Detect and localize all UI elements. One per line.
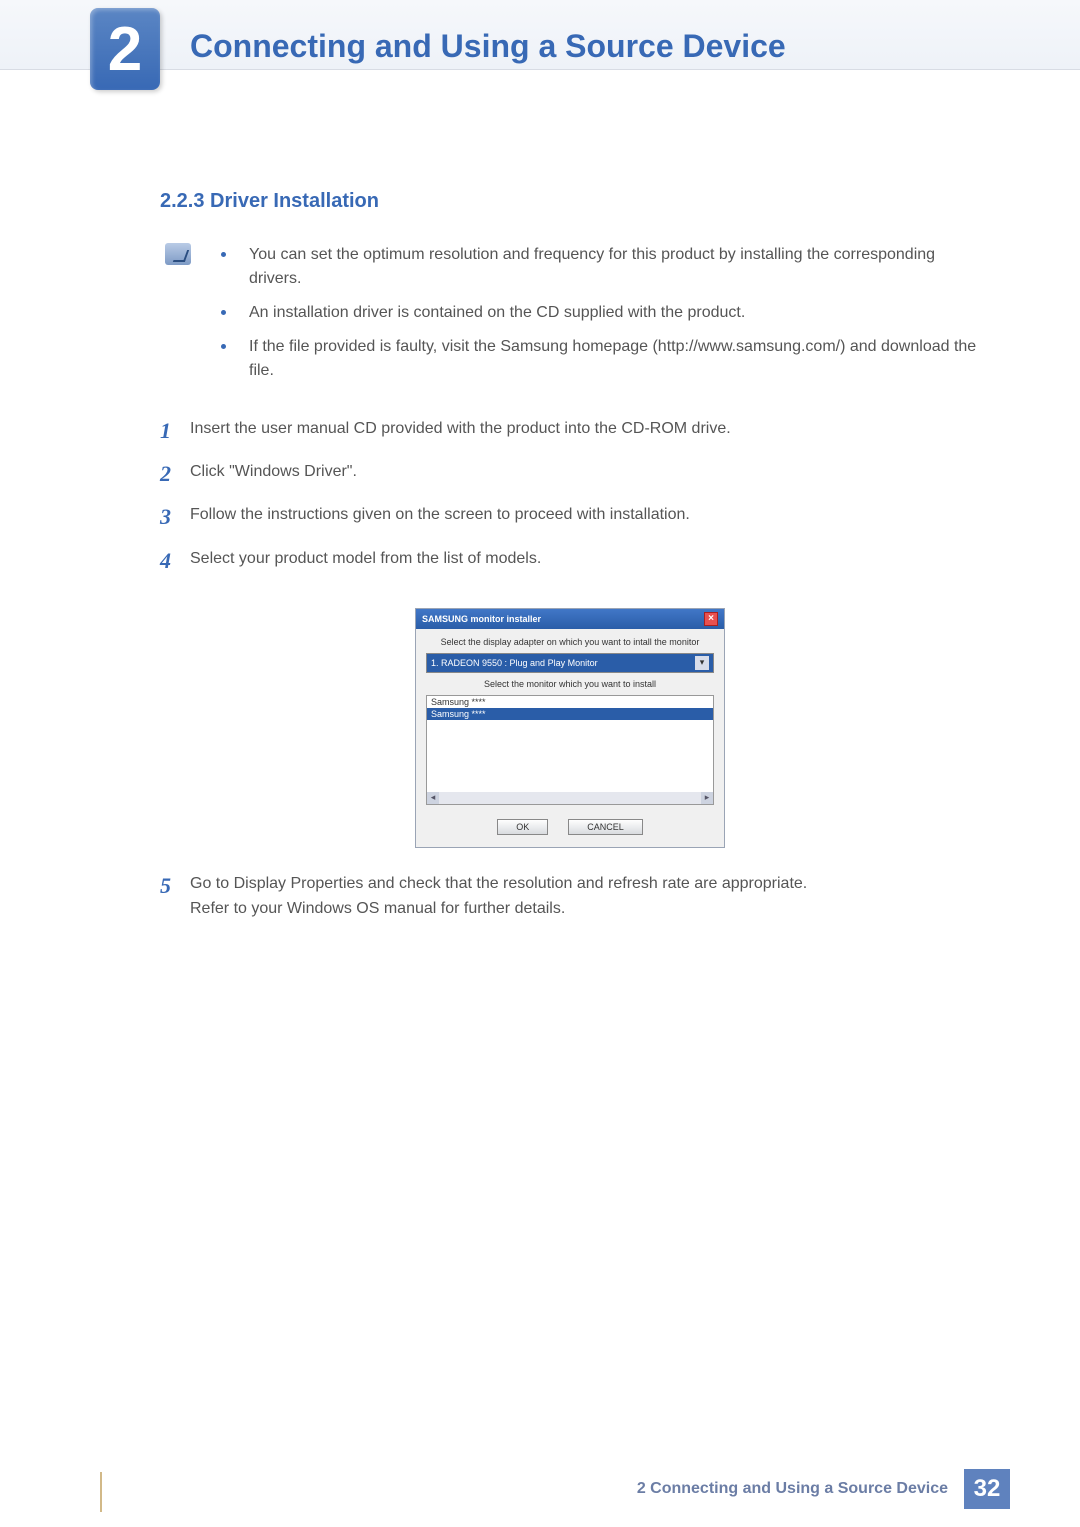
step-text: Insert the user manual CD provided with … [190, 413, 980, 448]
step: 2 Click "Windows Driver". [160, 456, 980, 491]
dialog-body: Select the display adapter on which you … [416, 629, 724, 847]
step-number: 5 [160, 868, 190, 922]
steps-list: 1 Insert the user manual CD provided wit… [160, 413, 980, 578]
monitor-label: Select the monitor which you want to ins… [426, 679, 714, 689]
dialog-close-button[interactable]: × [704, 612, 718, 626]
scroll-right-icon[interactable]: ▸ [701, 792, 713, 804]
section-heading: 2.2.3 Driver Installation [160, 190, 980, 213]
adapter-select[interactable]: 1. RADEON 9550 : Plug and Play Monitor ▾ [426, 653, 714, 673]
adapter-select-value: 1. RADEON 9550 : Plug and Play Monitor [431, 658, 598, 668]
step: 1 Insert the user manual CD provided wit… [160, 413, 980, 448]
steps-list-cont: 5 Go to Display Properties and check tha… [160, 868, 980, 922]
dropdown-arrow-icon: ▾ [695, 656, 709, 670]
footer: 2 Connecting and Using a Source Device 3… [637, 1469, 1010, 1509]
step: 4 Select your product model from the lis… [160, 543, 980, 578]
note-item: You can set the optimum resolution and f… [221, 243, 980, 291]
dialog-titlebar: SAMSUNG monitor installer × [416, 609, 724, 629]
step-text-extra: Refer to your Windows OS manual for furt… [190, 900, 565, 917]
content: 2.2.3 Driver Installation You can set th… [0, 70, 1080, 922]
step-number: 2 [160, 456, 190, 491]
step-text: Go to Display Properties and check that … [190, 868, 980, 922]
footer-chapter-ref: 2 Connecting and Using a Source Device [637, 1480, 948, 1498]
ok-button[interactable]: OK [497, 819, 548, 835]
chapter-title: Connecting and Using a Source Device [190, 28, 786, 65]
step-number: 1 [160, 413, 190, 448]
step: 3 Follow the instructions given on the s… [160, 499, 980, 534]
list-item[interactable]: Samsung **** [427, 696, 713, 708]
note-item: An installation driver is contained on t… [221, 301, 980, 325]
note-list: You can set the optimum resolution and f… [221, 243, 980, 393]
chapter-header: 2 Connecting and Using a Source Device [0, 0, 1080, 70]
cancel-button[interactable]: CANCEL [568, 819, 643, 835]
step-text: Click "Windows Driver". [190, 456, 980, 491]
page: 2 Connecting and Using a Source Device 2… [0, 0, 1080, 1527]
step-number: 3 [160, 499, 190, 534]
installer-dialog: SAMSUNG monitor installer × Select the d… [415, 608, 725, 848]
note-icon [165, 243, 191, 265]
list-item[interactable]: Samsung **** [427, 708, 713, 720]
step: 5 Go to Display Properties and check tha… [160, 868, 980, 922]
step-text-line: Go to Display Properties and check that … [190, 875, 807, 892]
adapter-label: Select the display adapter on which you … [426, 637, 714, 647]
dialog-title-text: SAMSUNG monitor installer [422, 614, 541, 624]
footer-accent-bar [100, 1472, 102, 1512]
dialog-button-row: OK CANCEL [426, 819, 714, 835]
chapter-badge: 2 [90, 8, 160, 90]
horizontal-scrollbar[interactable]: ◂ ▸ [427, 792, 713, 804]
scroll-left-icon[interactable]: ◂ [427, 792, 439, 804]
note-item: If the file provided is faulty, visit th… [221, 335, 980, 383]
step-text: Select your product model from the list … [190, 543, 980, 578]
step-text: Follow the instructions given on the scr… [190, 499, 980, 534]
page-number: 32 [964, 1469, 1010, 1509]
chapter-number: 2 [108, 14, 142, 85]
note-block: You can set the optimum resolution and f… [160, 243, 980, 393]
step-number: 4 [160, 543, 190, 578]
monitor-listbox[interactable]: Samsung **** Samsung **** ◂ ▸ [426, 695, 714, 805]
